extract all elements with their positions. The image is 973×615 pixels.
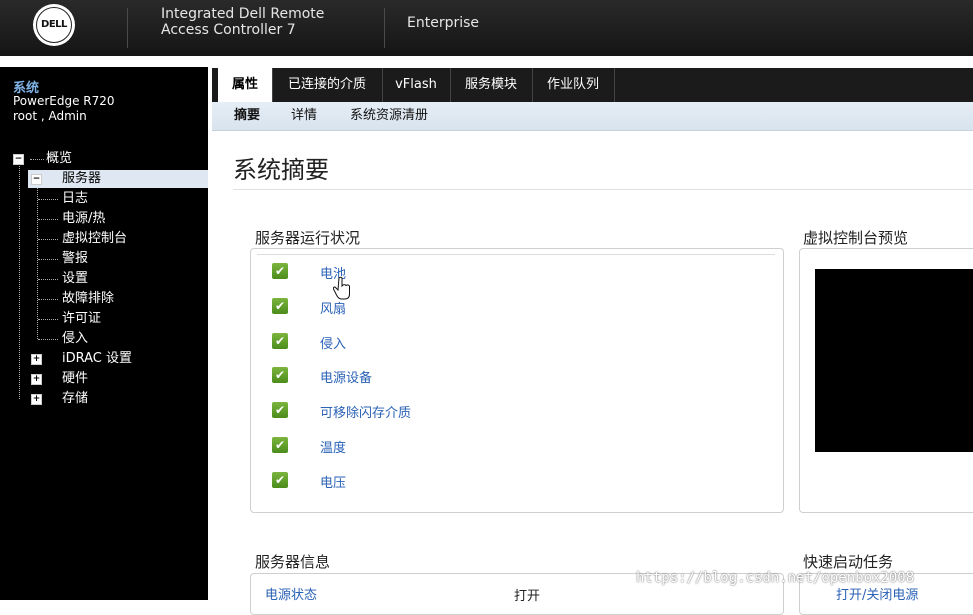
tab-job-queue[interactable]: 作业队列 bbox=[532, 68, 615, 102]
header-divider bbox=[127, 8, 128, 48]
power-state-value: 打开 bbox=[514, 589, 541, 604]
status-ok-icon: ✔ bbox=[272, 263, 288, 279]
expand-icon[interactable]: + bbox=[31, 394, 42, 405]
tree-connector bbox=[38, 239, 58, 240]
tree-item-label: 服务器 bbox=[62, 171, 102, 186]
page-title: 系统摘要 bbox=[233, 156, 329, 184]
tree-item-logs[interactable]: 日志 bbox=[62, 190, 88, 208]
expand-icon[interactable]: + bbox=[31, 354, 42, 365]
health-section-title: 服务器运行状况 bbox=[255, 229, 361, 247]
health-link-removable-flash[interactable]: 可移除闪存介质 bbox=[320, 402, 411, 421]
status-ok-icon: ✔ bbox=[272, 333, 288, 349]
expand-icon[interactable]: + bbox=[31, 374, 42, 385]
product-name: Integrated Dell Remote Access Controller… bbox=[161, 6, 324, 38]
hand-cursor-icon bbox=[333, 276, 350, 300]
tree-connector bbox=[37, 183, 38, 339]
tree-item-storage[interactable]: 存储 bbox=[62, 390, 88, 408]
top-header: DELL Integrated Dell Remote Access Contr… bbox=[0, 0, 973, 56]
health-link-fans[interactable]: 风扇 bbox=[320, 298, 346, 317]
tab-attached-media[interactable]: 已连接的介质 bbox=[272, 68, 383, 102]
tree-connector bbox=[38, 279, 58, 280]
health-link-intrusion[interactable]: 侵入 bbox=[320, 333, 346, 352]
tree-item-overview[interactable]: 概览 bbox=[46, 150, 72, 168]
tab-properties[interactable]: 属性 bbox=[218, 68, 273, 102]
tree-connector bbox=[38, 219, 58, 220]
dell-logo: DELL bbox=[33, 4, 75, 46]
product-name-line1: Integrated Dell Remote bbox=[161, 6, 325, 22]
subtab-system-inventory[interactable]: 系统资源清册 bbox=[350, 102, 428, 130]
tree-item-troubleshooting[interactable]: 故障排除 bbox=[62, 290, 114, 308]
system-user: root , Admin bbox=[13, 109, 87, 123]
status-ok-icon: ✔ bbox=[272, 402, 288, 418]
collapse-icon[interactable]: − bbox=[13, 154, 24, 165]
tree-connector bbox=[38, 299, 58, 300]
subtab-summary[interactable]: 摘要 bbox=[234, 102, 260, 130]
server-info-section-title: 服务器信息 bbox=[255, 553, 331, 571]
tree-item-intrusion[interactable]: 侵入 bbox=[62, 330, 88, 348]
header-divider bbox=[384, 8, 385, 48]
status-ok-icon: ✔ bbox=[272, 367, 288, 383]
tree-connector bbox=[38, 259, 58, 260]
console-section-title: 虚拟控制台预览 bbox=[803, 229, 909, 247]
tree-item-setup[interactable]: 设置 bbox=[62, 270, 88, 288]
collapse-icon[interactable]: − bbox=[31, 174, 42, 185]
watermark-text: https://blog.csdn.net/openbox2008 bbox=[636, 570, 915, 586]
status-ok-icon: ✔ bbox=[272, 437, 288, 453]
tree-connector bbox=[38, 339, 58, 340]
subtab-details[interactable]: 详情 bbox=[291, 102, 317, 130]
system-model: PowerEdge R720 bbox=[13, 94, 115, 108]
power-state-label[interactable]: 电源状态 bbox=[265, 584, 317, 603]
quick-launch-power-link[interactable]: 打开/关闭电源 bbox=[836, 584, 918, 603]
tab-vflash[interactable]: vFlash bbox=[382, 68, 451, 102]
edition-label: Enterprise bbox=[407, 15, 480, 31]
status-ok-icon: ✔ bbox=[272, 298, 288, 314]
sidebar: 系统 PowerEdge R720 root , Admin − 概览 服务器 … bbox=[0, 67, 208, 600]
divider bbox=[257, 254, 775, 255]
tree-connector bbox=[19, 163, 20, 399]
quick-launch-section-title: 快速启动任务 bbox=[803, 553, 894, 571]
health-link-power-supplies[interactable]: 电源设备 bbox=[320, 367, 372, 386]
tree-connector bbox=[30, 159, 44, 160]
tree-item-alerts[interactable]: 警报 bbox=[62, 250, 88, 268]
tree-connector bbox=[38, 319, 58, 320]
product-name-line2: Access Controller 7 bbox=[161, 22, 296, 38]
tree-item-server[interactable]: 服务器 bbox=[28, 170, 208, 188]
status-ok-icon: ✔ bbox=[272, 472, 288, 488]
sub-tab-bar: 摘要 详情 系统资源清册 bbox=[212, 102, 973, 131]
health-link-temperatures[interactable]: 温度 bbox=[320, 437, 346, 456]
tree-item-idrac-settings[interactable]: iDRAC 设置 bbox=[62, 350, 132, 368]
divider bbox=[233, 189, 973, 190]
tree-item-power-thermal[interactable]: 电源/热 bbox=[62, 210, 105, 228]
tree-item-hardware[interactable]: 硬件 bbox=[62, 370, 88, 388]
tree-item-virtual-console[interactable]: 虚拟控制台 bbox=[62, 230, 127, 248]
tree-connector bbox=[38, 199, 58, 200]
virtual-console-preview[interactable] bbox=[815, 269, 973, 452]
tab-service-module[interactable]: 服务模块 bbox=[450, 68, 533, 102]
health-link-voltages[interactable]: 电压 bbox=[320, 472, 346, 491]
main-tab-bar: 属性 已连接的介质 vFlash 服务模块 作业队列 bbox=[212, 68, 973, 102]
tree-item-licenses[interactable]: 许可证 bbox=[62, 310, 101, 328]
